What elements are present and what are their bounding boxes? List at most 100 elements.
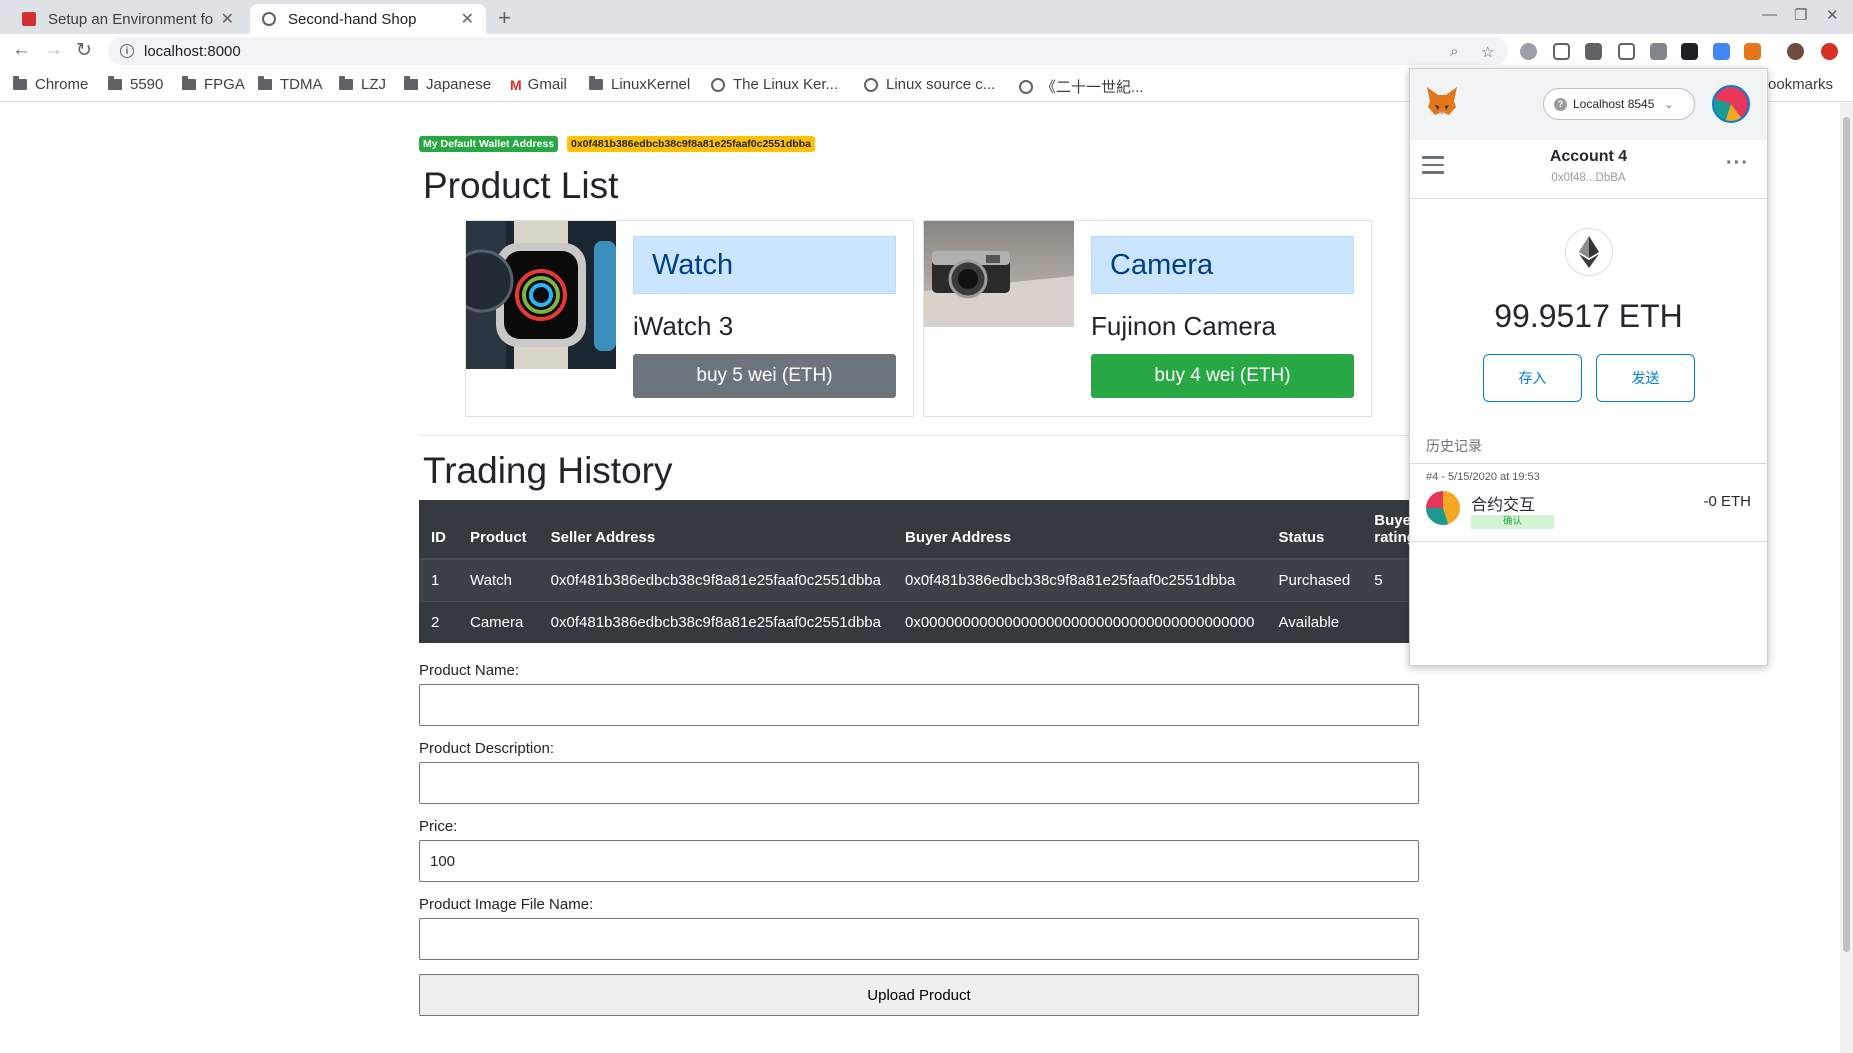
watch-image	[466, 221, 616, 369]
bookmark-5590[interactable]: 5590	[108, 76, 163, 93]
back-icon[interactable]: ←	[12, 39, 31, 61]
section-divider	[419, 435, 1419, 436]
download-extension-icon[interactable]	[1585, 43, 1602, 60]
extension-circle-icon[interactable]	[1520, 43, 1537, 60]
bookmark-linux-kernel-site[interactable]: The Linux Ker...	[711, 76, 838, 93]
account-avatar[interactable]	[1712, 85, 1750, 123]
globe-icon	[864, 77, 878, 92]
balance-display: 99.9517 ETH	[1410, 298, 1767, 335]
network-selector[interactable]: ? Localhost 8545 ⌄	[1543, 88, 1695, 120]
product-description-input[interactable]	[419, 762, 1419, 804]
column-header: Product	[458, 500, 539, 560]
product-card-camera: Camera Fujinon Camera buy 4 wei (ETH)	[923, 220, 1372, 417]
trading-history-table: ID Product Seller Address Buyer Address …	[419, 500, 1441, 643]
product-image-input[interactable]	[419, 918, 1419, 960]
send-button[interactable]: 发送	[1596, 354, 1695, 402]
bookmark-label: FPGA	[204, 76, 245, 93]
product-name: iWatch 3	[633, 311, 734, 341]
deposit-button[interactable]: 存入	[1483, 354, 1582, 402]
folder-icon	[589, 76, 603, 90]
close-window-icon[interactable]: ✕	[1826, 6, 1839, 24]
globe-icon	[1019, 79, 1033, 94]
page-scrollbar[interactable]	[1840, 103, 1853, 1053]
folder-icon	[108, 76, 122, 90]
bookmark-label: Gmail	[527, 76, 567, 93]
extension-window-icon[interactable]	[1553, 43, 1570, 60]
table-header-row: ID Product Seller Address Buyer Address …	[419, 500, 1441, 560]
profile-avatar-icon[interactable]	[1787, 43, 1804, 60]
upload-product-button[interactable]: Upload Product	[419, 974, 1419, 1016]
table-row: 2 Camera 0x0f481b386edbcb38c9f8a81e25faa…	[419, 600, 1441, 643]
tab-close-icon[interactable]: ✕	[461, 9, 474, 29]
transaction-amount: -0 ETH	[1703, 493, 1751, 510]
update-icon[interactable]	[1821, 43, 1838, 60]
zoom-icon[interactable]: ⌕	[1450, 43, 1458, 60]
reload-icon[interactable]: ↻	[76, 39, 92, 62]
other-bookmarks[interactable]: ookmarks	[1768, 76, 1833, 93]
bookmark-linuxkernel[interactable]: LinuxKernel	[589, 76, 690, 93]
bookmark-star-icon[interactable]: ☆	[1481, 43, 1494, 61]
bookmark-label: Japanese	[426, 76, 492, 93]
folder-icon	[404, 76, 418, 90]
new-tab-button[interactable]: +	[498, 5, 511, 31]
bookmark-fpga[interactable]: FPGA	[182, 76, 245, 93]
minimize-icon[interactable]: —	[1762, 6, 1777, 23]
cast-extension-icon[interactable]	[1618, 43, 1635, 60]
bookmark-label: 5590	[130, 76, 164, 93]
metamask-header: ? Localhost 8545 ⌄	[1410, 69, 1767, 140]
column-header: ID	[419, 500, 458, 560]
product-category: Camera	[1091, 236, 1354, 294]
bookmark-gmail[interactable]: M Gmail	[510, 76, 567, 93]
bookmark-label: TDMA	[280, 76, 323, 93]
price-input[interactable]	[419, 840, 1419, 882]
tab-second-hand-shop[interactable]: Second-hand Shop ✕	[250, 4, 486, 34]
folder-icon	[258, 76, 272, 90]
scrollbar-thumb[interactable]	[1843, 117, 1850, 952]
contract-interaction-icon	[1426, 491, 1460, 525]
bookmark-chrome[interactable]: Chrome	[13, 76, 88, 93]
tab-close-icon[interactable]: ✕	[221, 9, 234, 29]
bookmark-21st-century[interactable]: 《二十一世紀...	[1019, 76, 1144, 97]
bookmark-label: 《二十一世紀...	[1041, 79, 1144, 96]
account-address[interactable]: 0x0f48...DbBA	[1410, 172, 1767, 184]
account-name[interactable]: Account 4	[1410, 148, 1767, 166]
table-cell: 0x0f481b386edbcb38c9f8a81e25faaf0c2551db…	[538, 600, 893, 643]
bookmark-label: ookmarks	[1768, 76, 1834, 93]
bookmark-lzj[interactable]: LZJ	[339, 76, 386, 93]
network-help-icon: ?	[1554, 97, 1567, 111]
forward-icon[interactable]: →	[44, 39, 63, 61]
metamask-extension-icon[interactable]	[1744, 43, 1761, 60]
gmail-icon: M	[510, 76, 522, 93]
bookmark-linux-source[interactable]: Linux source c...	[864, 76, 995, 93]
more-options-icon[interactable]: ···	[1726, 152, 1749, 175]
price-label: Price:	[419, 818, 458, 835]
product-name-input[interactable]	[419, 684, 1419, 726]
dark-extension-icon[interactable]	[1681, 43, 1698, 60]
history-divider	[1410, 463, 1767, 464]
balance-value: 99.9517	[1494, 298, 1610, 334]
tab-setup-environment[interactable]: Setup an Environment fo ✕	[10, 4, 246, 34]
table-cell: Camera	[458, 600, 539, 643]
network-name: Localhost 8545	[1573, 97, 1655, 111]
extension-icon[interactable]	[1650, 43, 1667, 60]
product-name-label: Product Name:	[419, 662, 520, 679]
bookmark-japanese[interactable]: Japanese	[404, 76, 491, 93]
site-info-icon[interactable]: i	[120, 44, 134, 58]
column-header: Seller Address	[538, 500, 893, 560]
bookmark-label: The Linux Ker...	[733, 76, 839, 93]
restore-icon[interactable]: ❐	[1794, 6, 1807, 24]
wallet-address-badge: 0x0f481b386edbcb38c9f8a81e25faaf0c2551db…	[567, 136, 815, 152]
extension-badge-icon[interactable]	[1713, 43, 1730, 60]
url-text[interactable]: localhost:8000	[144, 43, 241, 60]
address-bar[interactable]: i localhost:8000	[108, 37, 1508, 65]
table-cell: 1	[419, 558, 458, 601]
product-list-title: Product List	[423, 165, 619, 206]
folder-icon	[339, 76, 353, 90]
buy-watch-button[interactable]: buy 5 wei (ETH)	[633, 354, 896, 398]
buy-camera-button[interactable]: buy 4 wei (ETH)	[1091, 354, 1354, 398]
transaction-meta: #4 - 5/15/2020 at 19:53	[1426, 471, 1540, 483]
product-category: Watch	[633, 236, 896, 294]
bookmark-tdma[interactable]: TDMA	[258, 76, 323, 93]
bookmark-label: LinuxKernel	[611, 76, 691, 93]
bookmark-label: Chrome	[35, 76, 89, 93]
